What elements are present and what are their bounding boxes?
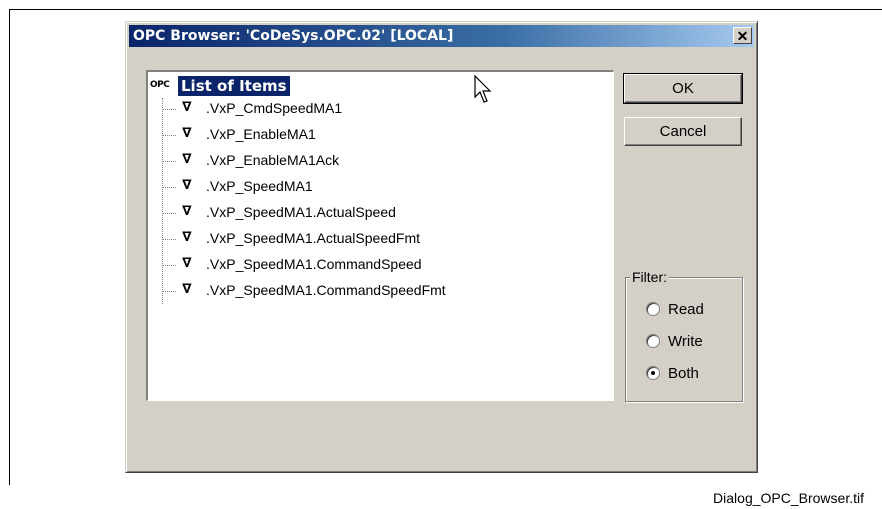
variable-icon: 𝛁 [182, 151, 192, 166]
variable-icon: 𝛁 [182, 203, 192, 218]
figure-caption: Dialog_OPC_Browser.tif [713, 490, 864, 506]
tree-item-label: .VxP_EnableMA1Ack [206, 152, 340, 168]
title-bar: OPC Browser: 'CoDeSys.OPC.02' [LOCAL] ✕ [129, 25, 754, 47]
radio-write-label: Write [668, 332, 703, 350]
radio-read-control[interactable] [646, 302, 660, 316]
tree-root-list-of-items[interactable]: List of Items [178, 76, 290, 96]
dialog-title: OPC Browser: 'CoDeSys.OPC.02' [LOCAL] [133, 28, 454, 44]
ok-button[interactable]: OK [623, 73, 743, 104]
radio-write[interactable]: Write [646, 330, 703, 352]
radio-write-control[interactable] [646, 334, 660, 348]
tree-item-label: .VxP_SpeedMA1.ActualSpeedFmt [206, 230, 421, 246]
variable-icon: 𝛁 [182, 125, 192, 140]
tree-connector-line [162, 98, 163, 304]
opc-browser-dialog: OPC Browser: 'CoDeSys.OPC.02' [LOCAL] ✕ … [125, 21, 758, 473]
radio-both-control[interactable] [646, 366, 660, 380]
radio-both[interactable]: Both [646, 362, 699, 384]
variable-icon: 𝛁 [182, 229, 192, 244]
items-tree[interactable]: OPC List of Items 𝛁 .VxP_CmdSpeedMA1 𝛁 .… [146, 70, 614, 401]
radio-read-label: Read [668, 300, 704, 318]
tree-item-label: .VxP_CmdSpeedMA1 [206, 100, 343, 116]
variable-icon: 𝛁 [182, 99, 192, 114]
variable-icon: 𝛁 [182, 177, 192, 192]
tree-item-label: .VxP_EnableMA1 [206, 126, 316, 142]
opc-root-icon: OPC [150, 80, 170, 90]
close-button[interactable]: ✕ [733, 27, 752, 44]
variable-icon: 𝛁 [182, 281, 192, 296]
tree-item-label: .VxP_SpeedMA1.CommandSpeed [206, 256, 422, 272]
close-icon: ✕ [736, 27, 749, 44]
tree-item-label: .VxP_SpeedMA1 [206, 178, 313, 194]
filter-group: Filter: Read Write Both [625, 269, 743, 402]
variable-icon: 𝛁 [182, 255, 192, 270]
radio-read[interactable]: Read [646, 298, 704, 320]
cancel-button[interactable]: Cancel [624, 117, 742, 146]
tree-item-label: .VxP_SpeedMA1.ActualSpeed [206, 204, 396, 220]
filter-legend: Filter: [630, 269, 669, 285]
tree-item-label: .VxP_SpeedMA1.CommandSpeedFmt [206, 282, 446, 298]
mouse-cursor-icon [474, 75, 492, 103]
radio-both-label: Both [668, 364, 699, 382]
